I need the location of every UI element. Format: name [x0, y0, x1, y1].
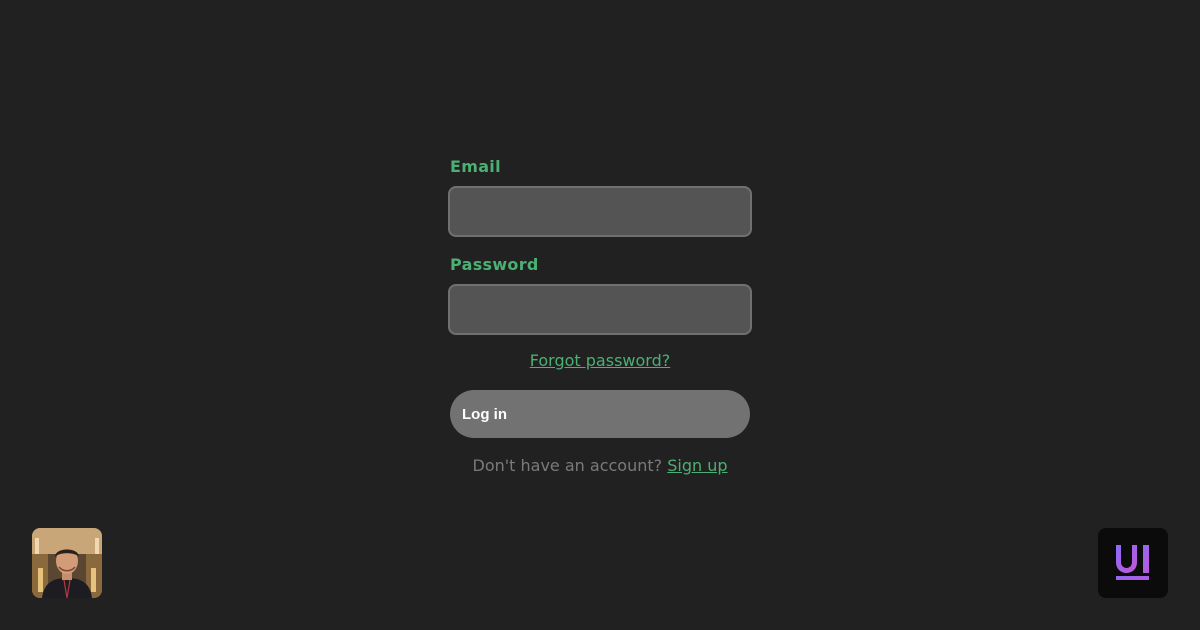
email-field[interactable] — [448, 186, 752, 237]
forgot-password-link[interactable]: Forgot password? — [530, 351, 670, 370]
password-label: Password — [450, 255, 539, 274]
ui-logo-icon — [1116, 545, 1149, 580]
brand-logo[interactable] — [1098, 528, 1168, 598]
login-button[interactable]: Log in — [450, 390, 750, 438]
password-field[interactable] — [448, 284, 752, 335]
signup-row: Don't have an account? Sign up — [450, 455, 750, 477]
user-avatar-photo-icon — [32, 528, 102, 598]
signup-link[interactable]: Sign up — [667, 456, 727, 475]
login-page: Email Password Forgot password? Log in D… — [0, 0, 1200, 630]
login-form: Email Password Forgot password? Log in D… — [448, 156, 752, 477]
avatar[interactable] — [32, 528, 102, 598]
forgot-password-row: Forgot password? — [450, 351, 750, 371]
email-label: Email — [450, 157, 501, 176]
signup-prompt: Don't have an account? — [472, 456, 663, 475]
